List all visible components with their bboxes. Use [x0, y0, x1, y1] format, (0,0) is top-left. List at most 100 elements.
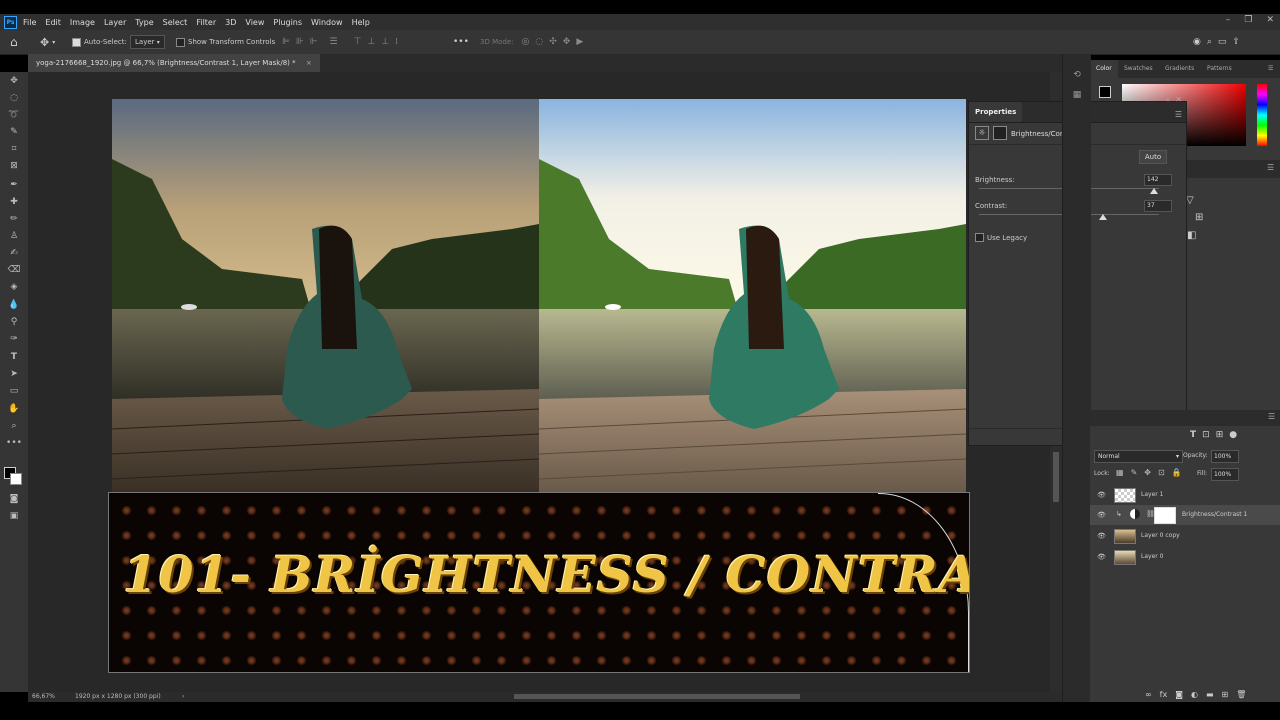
lock-artboard-icon[interactable]: ⊡ [1158, 468, 1165, 477]
share-icon[interactable]: ⇪ [1232, 37, 1240, 47]
menu-help[interactable]: Help [352, 18, 370, 27]
background-color-swatch[interactable] [10, 473, 22, 485]
search-icon[interactable]: ⌕ [1207, 37, 1212, 47]
panel-menu-icon[interactable]: ☰ [1268, 412, 1275, 421]
invert-icon[interactable]: ◧ [1187, 230, 1196, 241]
menu-select[interactable]: Select [163, 18, 188, 27]
menu-window[interactable]: Window [311, 18, 343, 27]
menu-edit[interactable]: Edit [45, 18, 61, 27]
panel-menu-icon[interactable]: ☰ [1267, 163, 1274, 172]
layer-row[interactable]: 👁 Layer 0 copy [1090, 526, 1280, 546]
fill-input[interactable]: 100% [1211, 468, 1239, 481]
delete-layer-icon[interactable]: 🗑 [1236, 690, 1246, 699]
restore-icon[interactable]: ❐ [1244, 15, 1252, 25]
frame-tool-icon[interactable]: ⊠ [6, 159, 22, 173]
menu-view[interactable]: View [245, 18, 264, 27]
auto-select-target-dropdown[interactable]: Layer ▾ [130, 35, 165, 49]
pen-tool-icon[interactable]: ✑ [6, 332, 22, 346]
tab-gradients[interactable]: Gradients [1165, 60, 1194, 78]
fx-icon[interactable]: fx [1160, 690, 1168, 699]
crop-tool-icon[interactable]: ⌗ [6, 142, 22, 156]
menu-layer[interactable]: Layer [104, 18, 126, 27]
lock-all-icon[interactable]: 🔒 [1172, 468, 1182, 477]
use-legacy-checkbox[interactable]: Use Legacy [975, 233, 1027, 242]
hue-slider[interactable] [1257, 84, 1267, 146]
user-icon[interactable]: ◉ [1193, 37, 1201, 47]
align-middle-icon[interactable]: ⊥ [367, 37, 375, 47]
scroll-thumb[interactable] [1053, 452, 1059, 502]
zoom-tool-icon[interactable]: ⌕ [6, 419, 22, 433]
contrast-input[interactable]: 37 [1144, 200, 1172, 212]
menu-image[interactable]: Image [70, 18, 95, 27]
new-group-icon[interactable]: ▬ [1206, 690, 1214, 699]
history-brush-icon[interactable]: ✍ [6, 246, 22, 260]
brightness-input[interactable]: 142 [1144, 174, 1172, 186]
history-icon[interactable]: ⟲ [1071, 70, 1083, 82]
layer-mask-thumbnail[interactable] [1154, 507, 1176, 524]
auto-select-checkbox[interactable]: Auto-Select: [72, 35, 127, 49]
rectangle-tool-icon[interactable]: ▭ [6, 384, 22, 398]
3d-roll-icon[interactable]: ◌ [535, 37, 543, 47]
mask-icon[interactable] [993, 126, 1007, 140]
healing-brush-icon[interactable]: ✚ [6, 195, 22, 209]
shape-filter-icon[interactable]: ⊡ [1202, 430, 1210, 440]
menu-plugins[interactable]: Plugins [273, 18, 302, 27]
lock-pixels-icon[interactable]: ✎ [1131, 468, 1138, 477]
link-layers-icon[interactable]: ∞ [1145, 690, 1152, 699]
eye-icon[interactable]: 👁 [1097, 532, 1106, 540]
menu-file[interactable]: File [23, 18, 36, 27]
menu-type[interactable]: Type [135, 18, 153, 27]
close-tab-icon[interactable]: × [306, 59, 312, 67]
tab-patterns[interactable]: Patterns [1207, 60, 1232, 78]
brush-settings-icon[interactable]: ▦ [1071, 90, 1083, 102]
eyedropper-tool-icon[interactable]: ✒ [6, 178, 22, 192]
align-bottom-icon[interactable]: ⊥ [381, 37, 389, 47]
3d-camera-icon[interactable]: ▶ [576, 37, 583, 47]
3d-orbit-icon[interactable]: ◎ [522, 37, 530, 47]
lock-position-icon[interactable]: ✥ [1144, 468, 1151, 477]
panel-menu-icon[interactable]: ☰ [1268, 60, 1273, 78]
show-transform-checkbox[interactable]: Show Transform Controls [176, 35, 275, 49]
status-arrow-icon[interactable]: › [182, 693, 184, 700]
close-icon[interactable]: ✕ [1175, 95, 1182, 104]
move-tool-icon[interactable]: ✥ [6, 74, 22, 88]
type-filter-icon[interactable]: T [1190, 430, 1196, 440]
move-tool-icon[interactable]: ✥ ▾ [40, 35, 55, 49]
lasso-tool-icon[interactable]: ➰ [6, 108, 22, 122]
filter-toggle-icon[interactable]: ● [1229, 430, 1237, 440]
eye-icon[interactable]: 👁 [1097, 491, 1106, 499]
path-select-icon[interactable]: ➤ [6, 367, 22, 381]
type-tool-icon[interactable]: T [6, 350, 22, 364]
brightness-slider-knob[interactable] [1149, 188, 1158, 194]
tab-swatches[interactable]: Swatches [1124, 60, 1153, 78]
align-left-icon[interactable]: ⊫ [282, 37, 290, 47]
quick-mask-icon[interactable]: ◙ [6, 492, 22, 506]
eraser-tool-icon[interactable]: ⌫ [6, 263, 22, 277]
minimize-icon[interactable]: – [1226, 15, 1231, 25]
brush-tool-icon[interactable]: ✏ [6, 212, 22, 226]
align-top-icon[interactable]: ⊤ [354, 37, 362, 47]
blur-tool-icon[interactable]: 💧 [6, 298, 22, 312]
edit-toolbar-icon[interactable]: ••• [6, 436, 22, 450]
paint-bucket-icon[interactable]: ◈ [6, 280, 22, 294]
properties-tab[interactable]: Properties [969, 102, 1023, 122]
distribute-vertical-icon[interactable]: ⁞ [395, 37, 398, 47]
align-right-icon[interactable]: ⊩ [310, 37, 318, 47]
workspace-icon[interactable]: ▭ [1218, 37, 1227, 47]
horizontal-scrollbar[interactable] [514, 694, 800, 699]
auto-button[interactable]: Auto [1139, 150, 1167, 164]
distribute-icon[interactable]: ☰ [330, 37, 338, 47]
menu-3d[interactable]: 3D [225, 18, 236, 27]
panel-menu-icon[interactable]: ☰ [1175, 110, 1182, 119]
lock-transparent-icon[interactable]: ▦ [1116, 468, 1124, 477]
3d-pan-icon[interactable]: ✣ [549, 37, 557, 47]
channel-mixer-icon[interactable]: ⊞ [1195, 212, 1203, 223]
dodge-tool-icon[interactable]: ⚲ [6, 315, 22, 329]
quick-select-tool-icon[interactable]: ✎ [6, 125, 22, 139]
tab-color[interactable]: Color [1090, 60, 1118, 78]
document-tab[interactable]: yoga-2176668_1920.jpg @ 66,7% (Brightnes… [28, 54, 320, 72]
foreground-swatch[interactable] [1099, 86, 1111, 98]
eye-icon[interactable]: 👁 [1097, 553, 1106, 561]
home-icon[interactable]: ⌂ [10, 35, 18, 49]
contrast-slider-knob[interactable] [1099, 214, 1108, 220]
